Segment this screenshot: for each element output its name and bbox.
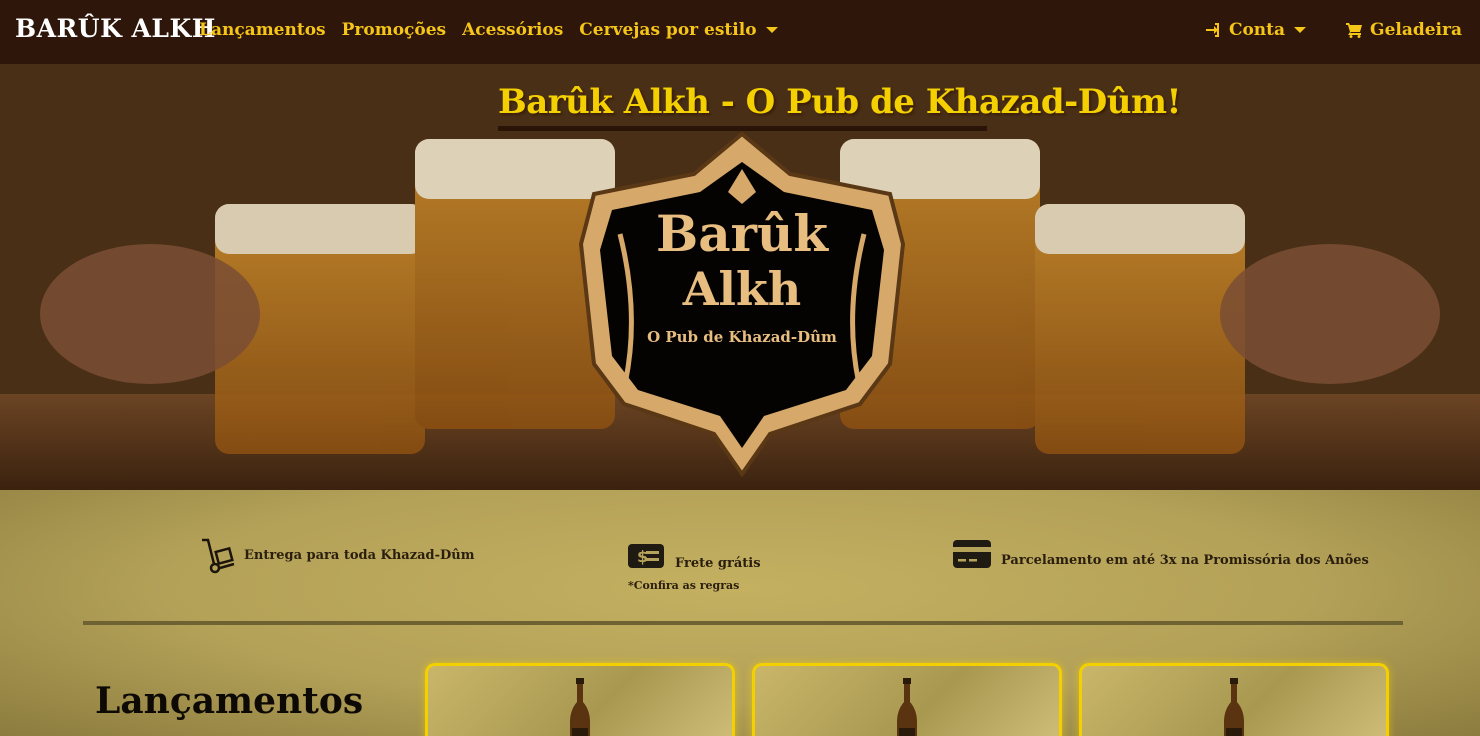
emblem-text-line2: Alkh: [682, 262, 802, 316]
account-label: Conta: [1228, 20, 1286, 40]
hand-truck-icon: [202, 538, 235, 574]
cart-link[interactable]: Geladeira: [1346, 20, 1462, 40]
feature-installments-text: Parcelamento em até 3x na Promissória do…: [1001, 552, 1369, 568]
feature-shipping: $ Frete grátis: [628, 540, 761, 571]
shopping-cart-icon: [1346, 23, 1363, 38]
beer-bottle-image: [897, 678, 917, 736]
section-title-lancamentos: Lançamentos: [95, 680, 364, 722]
product-card[interactable]: [425, 663, 735, 736]
hero-title-underline: [498, 126, 987, 131]
chevron-down-icon: [1294, 27, 1307, 33]
hero-title: Barûk Alkh - O Pub de Khazad-Dûm!: [498, 82, 1181, 122]
feature-delivery: Entrega para toda Khazad-Dûm: [200, 536, 475, 574]
account-dropdown[interactable]: Conta: [1205, 20, 1307, 40]
credit-card-icon: [953, 540, 991, 568]
feature-delivery-text: Entrega para toda Khazad-Dûm: [244, 547, 475, 563]
features-section: Entrega para toda Khazad-Dûm $ Frete grá…: [0, 490, 1480, 736]
nav-dropdown-label: Cervejas por estilo: [579, 20, 757, 40]
nav-links: Lançamentos Promoções Acessórios Cerveja…: [199, 20, 778, 40]
nav-link-acessorios[interactable]: Acessórios: [462, 20, 563, 40]
nav-dropdown-cervejas-por-estilo[interactable]: Cervejas por estilo: [579, 20, 778, 40]
section-divider: [83, 621, 1403, 625]
navbar: BARÛK ALKH Lançamentos Promoções Acessór…: [0, 0, 1480, 64]
nav-link-lancamentos[interactable]: Lançamentos: [199, 20, 326, 40]
emblem-text-line1: Barûk: [656, 204, 828, 263]
beer-bottle-image: [570, 678, 590, 736]
product-card[interactable]: [1079, 663, 1389, 736]
nav-link-promocoes[interactable]: Promoções: [342, 20, 446, 40]
hero-banner: Barûk Alkh O Pub de Khazad-Dûm Barûk Alk…: [0, 64, 1480, 490]
product-card[interactable]: [752, 663, 1062, 736]
chevron-down-icon: [765, 27, 778, 33]
nav-right: Conta Geladeira: [1205, 20, 1462, 40]
svg-text:$: $: [637, 547, 648, 566]
emblem-subtitle: O Pub de Khazad-Dûm: [647, 328, 837, 346]
sign-in-icon: [1205, 23, 1219, 37]
feature-shipping-note[interactable]: *Confira as regras: [628, 579, 739, 592]
money-bill-icon: $: [628, 543, 664, 568]
feature-shipping-text: Frete grátis: [675, 556, 761, 571]
brand-logo[interactable]: BARÛK ALKH: [15, 14, 216, 43]
beer-bottle-image: [1224, 678, 1244, 736]
cart-label: Geladeira: [1370, 20, 1462, 40]
feature-installments: Parcelamento em até 3x na Promissória do…: [953, 540, 1369, 568]
